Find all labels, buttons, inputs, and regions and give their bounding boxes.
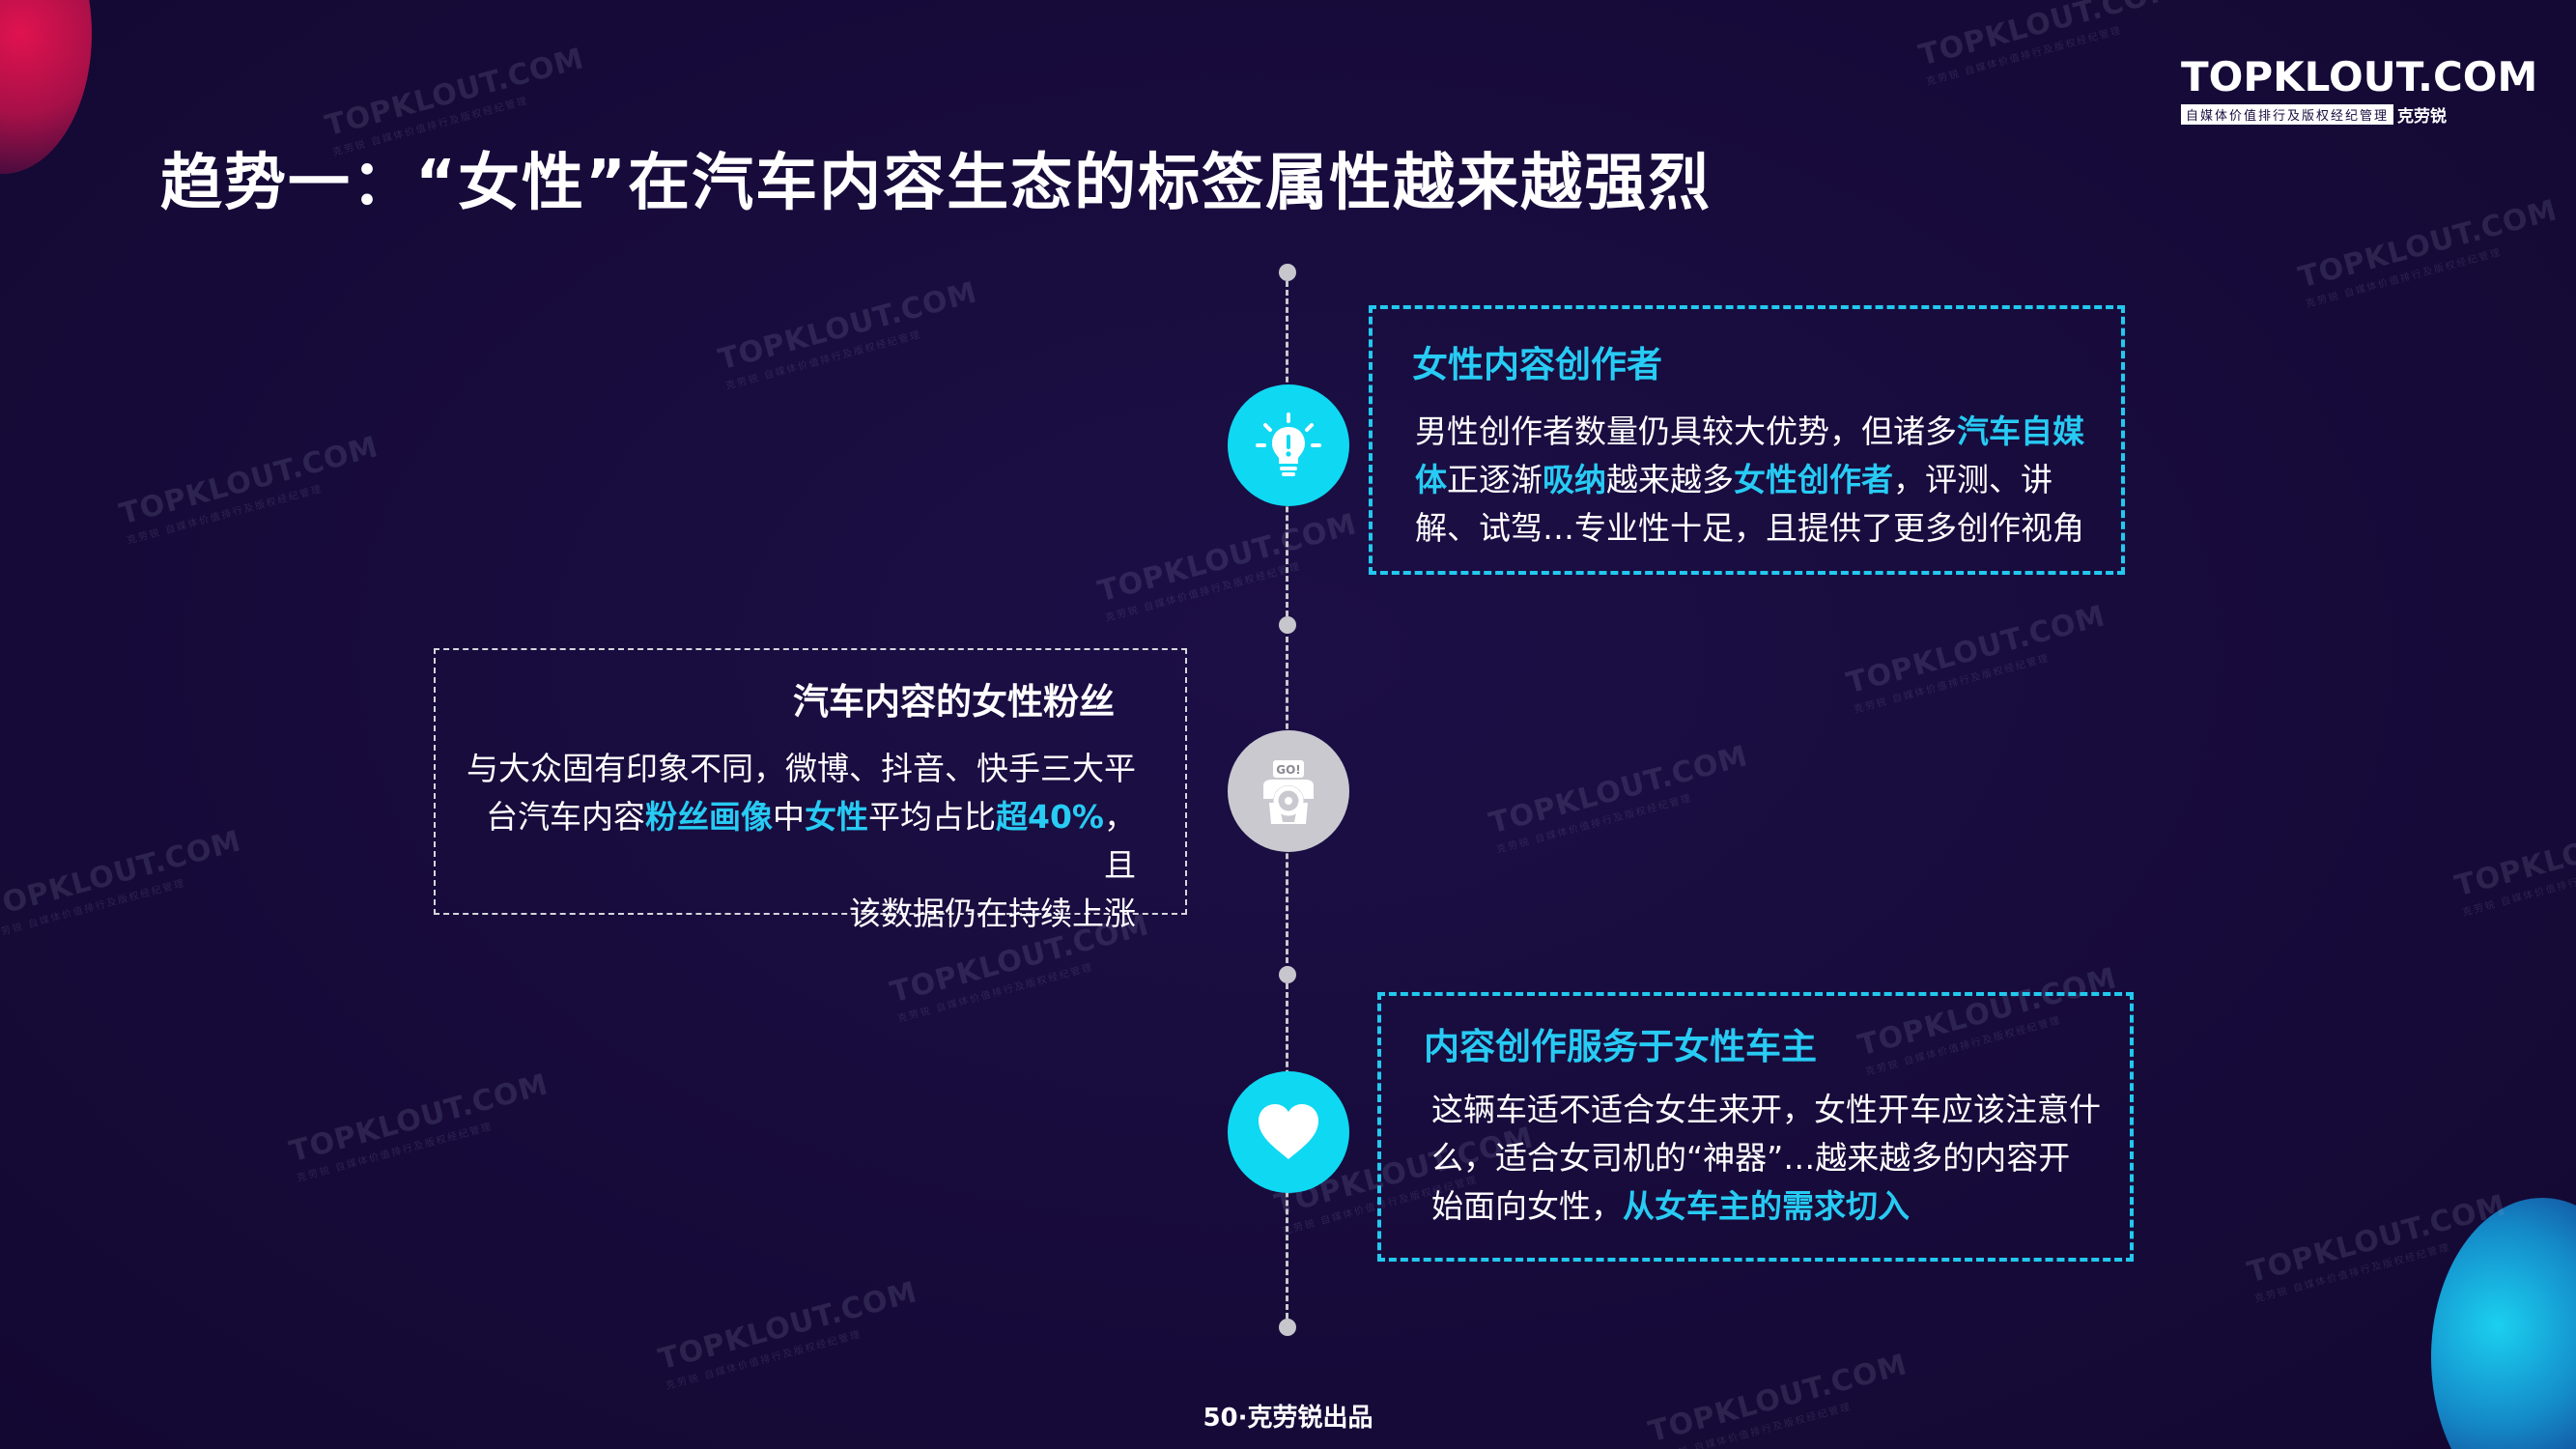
- watermark: TOPKLOUT.COM 克劳锐 自媒体价值排行及版权经纪管理: [655, 1275, 925, 1392]
- highlight-text: 吸纳: [1543, 461, 1606, 498]
- body-line: 该数据仍在持续上涨: [460, 890, 1136, 938]
- body-line: 体正逐渐吸纳越来越多女性创作者，评测、讲: [1415, 456, 2110, 504]
- logo-tagline-row: 自媒体价值排行及版权经纪管理 克劳锐: [2181, 102, 2529, 127]
- body-text: 中: [773, 798, 805, 836]
- card-body-text: 与大众固有印象不同，微博、抖音、快手三大平台汽车内容粉丝画像中女性平均占比超40…: [460, 745, 1136, 938]
- highlight-text: 女性创作者: [1734, 461, 1893, 498]
- watermark: TOPKLOUT.COM 克劳锐 自媒体价值排行及版权经纪管理: [1094, 507, 1365, 624]
- logo-brand-cn: 克劳锐: [2397, 107, 2448, 127]
- watermark-text: TOPKLOUT.COM: [1915, 0, 2182, 73]
- brand-logo: TOPKLOUT.COM 自媒体价值排行及版权经纪管理 克劳锐: [2181, 53, 2538, 127]
- timeline-dot: [1279, 616, 1296, 634]
- body-text: 与大众固有印象不同，微博、抖音、快手三大平: [467, 750, 1136, 787]
- highlight-text: 女性: [805, 798, 868, 836]
- heart-icon: [1228, 1071, 1349, 1193]
- timeline-dot: [1279, 1319, 1296, 1336]
- logo-tagline: 自媒体价值排行及版权经纪管理: [2181, 104, 2394, 125]
- watermark: TOPKLOUT.COM 克劳锐 自媒体价值排行及版权经纪管理: [715, 275, 985, 392]
- watermark: TOPKLOUT.COM 克劳锐 自媒体价值排行及版权经纪管理: [1486, 739, 1756, 856]
- watermark: TOPKLOUT.COM 克劳锐 自媒体价值排行及版权经纪管理: [2295, 193, 2565, 310]
- highlight-text: 从女车主的需求切入: [1623, 1187, 1910, 1225]
- watermark: TOPKLOUT.COM 克劳锐 自媒体价值排行及版权经纪管理: [286, 1067, 556, 1184]
- watermark: TOPKLOUT.COM 克劳锐 自媒体价值排行及版权经纪管理: [0, 824, 249, 941]
- card-body-text: 这辆车适不适合女生来开，女性开车应该注意什 么，适合女司机的“神器”…越来越多的内…: [1431, 1086, 2127, 1231]
- corner-decoration-top-left: [0, 0, 92, 174]
- driver-steering-wheel-icon: GO!: [1228, 730, 1349, 852]
- slide: TOPKLOUT.COM 克劳锐 自媒体价值排行及版权经纪管理 TOPKLOUT.C…: [0, 0, 2576, 1449]
- card-title: 女性内容创作者: [1412, 344, 1662, 385]
- lightbulb-icon: [1228, 384, 1349, 506]
- body-line: 这辆车适不适合女生来开，女性开车应该注意什: [1431, 1086, 2127, 1134]
- body-text: 这辆车适不适合女生来开，女性开车应该注意什: [1431, 1091, 2101, 1128]
- body-text: 男性创作者数量仍具较大优势，但诸多: [1415, 412, 1957, 450]
- watermark: TOPKLOUT.COM 克劳锐 自媒体价值排行及版权经纪管理: [1915, 0, 2186, 88]
- body-text: 正逐渐: [1447, 461, 1543, 498]
- body-text: ，评测、讲: [1893, 461, 2052, 498]
- timeline-dot: [1279, 264, 1296, 281]
- body-text: 越来越多: [1606, 461, 1734, 498]
- body-line: 么，适合女司机的“神器”…越来越多的内容开: [1431, 1134, 2127, 1182]
- highlight-text: 超40%: [996, 798, 1104, 836]
- body-text: 解、试驾…专业性十足，且提供了更多创作视角: [1415, 509, 2084, 547]
- body-text: 平均占比: [868, 798, 996, 836]
- card-title: 汽车内容的女性粉丝: [793, 681, 1115, 723]
- highlight-text: 体: [1415, 461, 1447, 498]
- logo-wordmark: TOPKLOUT.COM: [2181, 53, 2538, 100]
- card-title: 内容创作服务于女性车主: [1424, 1026, 1817, 1067]
- timeline-dot: [1279, 966, 1296, 983]
- body-text: 台汽车内容: [486, 798, 645, 836]
- body-line: 与大众固有印象不同，微博、抖音、快手三大平: [460, 745, 1136, 793]
- go-sign-label: GO!: [1276, 763, 1301, 777]
- card-body-text: 男性创作者数量仍具较大优势，但诸多汽车自媒 体正逐渐吸纳越来越多女性创作者，评测、…: [1415, 408, 2110, 553]
- body-text: 始面向女性，: [1431, 1187, 1623, 1225]
- body-line: 解、试驾…专业性十足，且提供了更多创作视角: [1415, 504, 2110, 553]
- watermark: TOPKLOUT.COM 克劳锐 自媒体价值排行及版权经纪管理: [1843, 599, 2113, 716]
- page-title: 趋势一：“女性”在汽车内容生态的标签属性越来越强烈: [160, 148, 1713, 219]
- watermark: TOPKLOUT.COM 克劳锐 自媒体价值排行及版权经纪管理: [2451, 802, 2576, 919]
- body-text: ，且: [1104, 798, 1136, 884]
- highlight-text: 粉丝画像: [645, 798, 773, 836]
- body-text: 么，适合女司机的“神器”…越来越多的内容开: [1431, 1139, 2071, 1177]
- footer-credit: 50·克劳锐出品: [1203, 1404, 1373, 1433]
- highlight-text: 汽车自媒: [1957, 412, 2084, 450]
- body-line: 台汽车内容粉丝画像中女性平均占比超40%，且: [460, 793, 1136, 890]
- body-text: 该数据仍在持续上涨: [849, 895, 1136, 932]
- watermark: TOPKLOUT.COM 克劳锐 自媒体价值排行及版权经纪管理: [116, 430, 386, 547]
- body-line: 男性创作者数量仍具较大优势，但诸多汽车自媒: [1415, 408, 2110, 456]
- body-line: 始面向女性，从女车主的需求切入: [1431, 1182, 2127, 1231]
